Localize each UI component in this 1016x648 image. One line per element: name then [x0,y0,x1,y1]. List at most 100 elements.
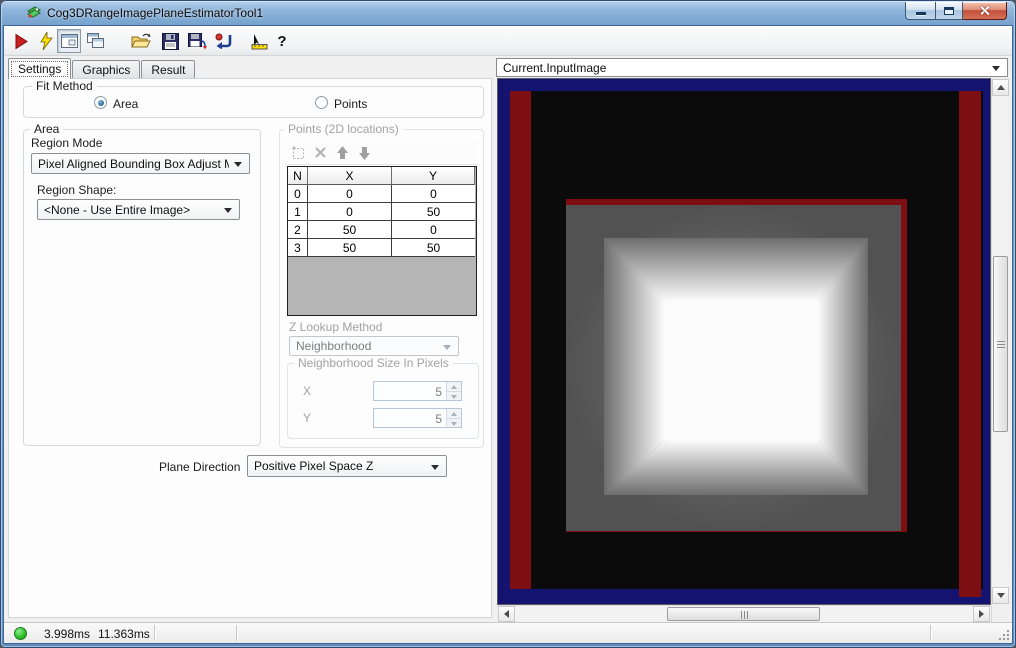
table-row: 3 50 50 [288,239,476,257]
table-row: 2 50 0 [288,221,476,239]
cell[interactable]: 0 [288,185,308,203]
cell[interactable]: 1 [288,203,308,221]
spinner-up-icon[interactable] [447,382,461,391]
neighborhood-x-spinner[interactable]: 5 [373,381,462,401]
close-button[interactable] [963,2,1007,20]
image-source-select[interactable]: Current.InputImage [496,58,1008,77]
cell[interactable]: 50 [392,239,475,257]
cell[interactable]: 50 [392,203,475,221]
save-as-icon [187,32,207,49]
tab-settings[interactable]: Settings [8,58,72,79]
spinner-down-icon[interactable] [447,390,461,400]
open-file-button[interactable] [129,29,153,53]
move-point-up-button[interactable] [335,145,349,160]
move-point-down-button[interactable] [357,146,371,160]
add-point-icon [291,146,304,159]
column-header: N [288,167,308,185]
status-separator [154,625,155,641]
vertical-scroll-thumb[interactable] [993,256,1008,432]
tool-window: Cog3DRangeImagePlaneEstimatorTool1 ? Set… [0,0,1016,648]
tab-label: Settings [18,62,62,76]
help-button[interactable]: ? [270,29,294,53]
fit-method-points-label: Points [334,97,368,111]
save-button[interactable] [158,29,182,53]
cell[interactable]: 3 [288,239,308,257]
column-header: Y [392,167,475,185]
cell[interactable]: 0 [392,185,475,203]
save-icon [161,32,179,50]
horizontal-scrollbar[interactable] [498,605,990,622]
run-button[interactable] [9,29,33,53]
plane-direction-label: Plane Direction [159,460,241,474]
neighborhood-y-label: Y [303,411,312,425]
tab-result[interactable]: Result [141,60,196,79]
save-as-button[interactable] [185,29,209,53]
table-row: 0 0 0 [288,185,476,203]
z-lookup-select[interactable]: Neighborhood [289,336,459,356]
scroll-left-button[interactable] [498,606,515,622]
tab-graphics[interactable]: Graphics [72,60,141,79]
measure-tool-button[interactable] [247,29,271,53]
cell[interactable]: 2 [288,221,308,239]
image-display[interactable] [498,79,990,604]
scroll-down-button[interactable] [992,587,1009,604]
region-shape-select[interactable]: <None - Use Entire Image> [37,199,240,220]
cell[interactable]: 50 [308,221,392,239]
plane-patch [566,205,901,531]
app-icon [26,5,42,21]
arrow-down-icon [358,146,370,160]
resize-grip[interactable] [997,628,1009,640]
frustum-heightmap [604,238,868,495]
titlebar[interactable]: Cog3DRangeImagePlaneEstimatorTool1 [0,0,1016,26]
fit-method-area-radio[interactable] [94,96,107,109]
region-shape-value: <None - Use Entire Image> [44,202,191,217]
fit-method-area-label: Area [113,97,139,111]
spinner-buttons[interactable] [446,409,461,427]
cell[interactable]: 0 [392,221,475,239]
status-ok-icon [14,627,27,640]
measure-tool-icon [251,33,268,49]
window-controls [905,2,1007,20]
horizontal-scroll-thumb[interactable] [667,607,820,621]
float-pane-button[interactable] [83,29,107,53]
neighborhood-y-spinner[interactable]: 5 [373,408,462,428]
run-electric-button[interactable] [34,29,58,53]
cell[interactable]: 0 [308,203,392,221]
main-toolbar: ? [4,26,1012,56]
scrollbar-corner [991,605,1008,622]
help-icon: ? [277,32,287,50]
fit-method-points-radio[interactable] [315,96,328,109]
float-pane-icon [86,33,104,48]
reset-button[interactable] [212,29,236,53]
z-lookup-label: Z Lookup Method [289,320,383,334]
spinner-buttons[interactable] [446,382,461,400]
run-icon [15,33,28,49]
red-band-right [959,91,981,597]
delete-point-button[interactable] [313,146,327,160]
status-bar: 3.998ms 11.363ms [4,622,1012,643]
region-mode-select[interactable]: Pixel Aligned Bounding Box Adjust Mask [31,153,250,174]
points-table-header: N X Y [288,167,476,185]
points-group-label: Points (2D locations) [284,122,403,136]
neighborhood-group-label: Neighborhood Size In Pixels [294,356,453,370]
plane-direction-value: Positive Pixel Space Z [254,459,374,473]
fit-method-group: Fit Method [23,79,484,118]
plane-direction-select[interactable]: Positive Pixel Space Z [247,455,447,477]
spinner-down-icon[interactable] [447,417,461,427]
scroll-right-button[interactable] [973,606,990,622]
client-area: ? Settings Graphics Result Fit Method Ar… [4,26,1012,643]
cell[interactable]: 50 [308,239,392,257]
tab-label: Result [151,63,186,77]
vertical-scrollbar[interactable] [991,79,1009,604]
run-time: 3.998ms [44,627,91,641]
cell[interactable]: 0 [308,185,392,203]
minimize-button[interactable] [905,2,935,20]
image-pane-toggle-button[interactable] [57,29,81,53]
scroll-up-button[interactable] [992,79,1009,96]
status-separator [236,625,237,641]
spinner-up-icon[interactable] [447,409,461,418]
maximize-button[interactable] [935,2,963,20]
chevron-down-icon [992,66,1000,71]
minimize-icon [915,12,926,15]
add-point-button[interactable] [291,146,305,160]
